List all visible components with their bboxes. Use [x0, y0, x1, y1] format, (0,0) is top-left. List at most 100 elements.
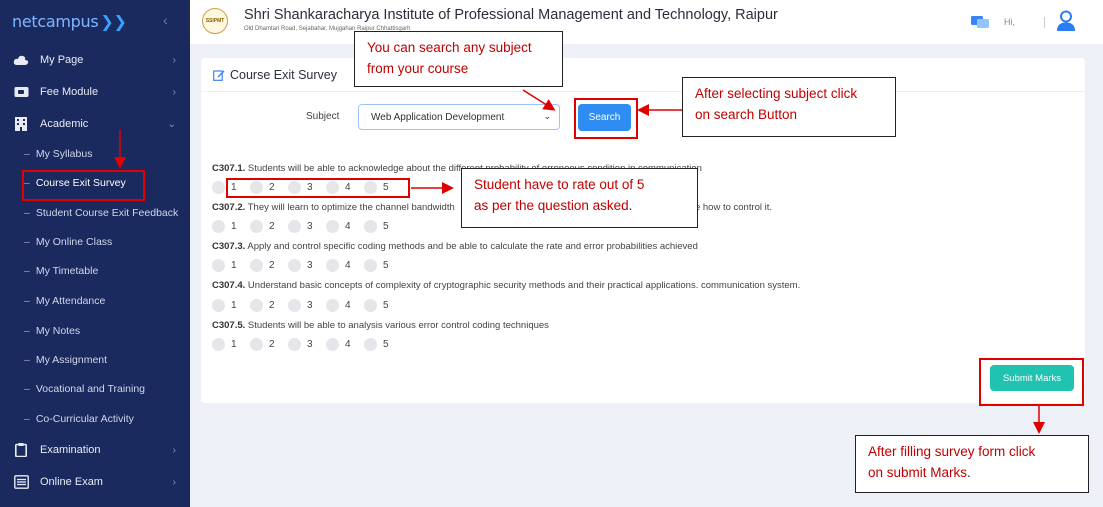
sidebar-subitem-my-syllabus[interactable]: – My Syllabus: [0, 143, 190, 165]
greeting-text: Hi,: [1004, 17, 1015, 27]
rating-row: 1 2 3 4 5: [212, 258, 402, 272]
radio-button[interactable]: [212, 337, 225, 351]
rating-value: 3: [307, 338, 313, 350]
radio-button[interactable]: [212, 298, 225, 312]
radio-button[interactable]: [288, 337, 301, 351]
rating-option[interactable]: 5: [364, 219, 391, 233]
radio-button[interactable]: [250, 337, 263, 351]
sidebar-item-online-exam[interactable]: Online Exam ›: [0, 469, 190, 495]
radio-button[interactable]: [364, 258, 377, 272]
rating-option[interactable]: 5: [364, 337, 391, 351]
sidebar-item-label: Academic: [40, 118, 89, 130]
annotation-line: from your course: [367, 61, 469, 76]
rating-option[interactable]: 1: [212, 298, 239, 312]
subject-selected-value: Web Application Development: [371, 111, 505, 123]
annotation-line: After selecting subject click: [695, 86, 858, 101]
subitem-label: My Notes: [35, 325, 81, 337]
rating-option[interactable]: 3: [288, 298, 315, 312]
rating-option[interactable]: 5: [364, 298, 391, 312]
rating-option[interactable]: 1: [212, 258, 239, 272]
wallet-icon: [12, 85, 30, 99]
rating-value: 4: [345, 259, 351, 271]
user-avatar-icon[interactable]: [1056, 10, 1076, 37]
rating-option[interactable]: 4: [326, 337, 353, 351]
radio-button[interactable]: [250, 258, 263, 272]
annotation-line: After filling survey form click: [868, 444, 1036, 459]
rating-option[interactable]: 4: [326, 219, 353, 233]
radio-button[interactable]: [326, 258, 339, 272]
sidebar-item-label: My Page: [40, 54, 84, 66]
rating-value: 3: [307, 220, 313, 232]
radio-button[interactable]: [250, 219, 263, 233]
brand-logo[interactable]: netcampus ❯❯: [12, 12, 127, 31]
subject-select[interactable]: Web Application Development ⌄: [358, 104, 560, 130]
chevron-right-icon: ›: [172, 86, 176, 98]
radio-button[interactable]: [212, 180, 225, 194]
clipboard-icon: [12, 443, 30, 457]
sidebar-subitem-my-attendance[interactable]: – My Attendance: [0, 290, 190, 312]
collapse-sidebar-icon[interactable]: ‹: [163, 12, 168, 28]
radio-button[interactable]: [288, 298, 301, 312]
rating-option[interactable]: 3: [288, 258, 315, 272]
subitem-label: Student Course Exit Feedback: [35, 207, 179, 219]
annotation-line: on search Button: [695, 107, 798, 122]
question-code: C307.1.: [212, 163, 246, 174]
radio-button[interactable]: [364, 298, 377, 312]
sidebar-subitem-student-course-exit-feedback[interactable]: – Student Course Exit Feedback: [0, 202, 190, 224]
rating-option[interactable]: 3: [288, 337, 315, 351]
rating-row: 1 2 3 4 5: [212, 219, 402, 233]
radio-button[interactable]: [326, 298, 339, 312]
chevron-right-icon: ›: [172, 444, 176, 456]
rating-value: 5: [383, 299, 389, 311]
annotation-line: You can search any subject: [367, 40, 532, 55]
question-code: C307.4.: [212, 280, 246, 291]
sidebar-item-academic[interactable]: Academic ⌄: [0, 111, 190, 137]
sidebar-subitem-my-online-class[interactable]: – My Online Class: [0, 231, 190, 253]
sidebar-subitem-co-curricular[interactable]: – Co-Curricular Activity: [0, 408, 190, 430]
rating-value: 2: [269, 220, 275, 232]
radio-button[interactable]: [326, 337, 339, 351]
edit-icon: [213, 68, 225, 86]
subitem-label: Co-Curricular Activity: [35, 413, 134, 425]
header-divider: [1044, 17, 1045, 28]
rating-value: 2: [269, 338, 275, 350]
rating-option[interactable]: 1: [212, 337, 239, 351]
rating-option[interactable]: 4: [326, 258, 353, 272]
radio-button[interactable]: [364, 219, 377, 233]
sidebar-subitem-my-timetable[interactable]: – My Timetable: [0, 260, 190, 282]
radio-button[interactable]: [212, 258, 225, 272]
radio-button[interactable]: [288, 258, 301, 272]
question-code: C307.5.: [212, 320, 246, 331]
radio-button[interactable]: [212, 219, 225, 233]
rating-value: 1: [231, 338, 237, 350]
radio-button[interactable]: [288, 219, 301, 233]
chat-icon[interactable]: [971, 14, 989, 34]
rating-option[interactable]: 3: [288, 219, 315, 233]
rating-option[interactable]: 2: [250, 298, 277, 312]
sidebar-item-label: Fee Module: [40, 86, 99, 98]
radio-button[interactable]: [250, 298, 263, 312]
subitem-label: My Attendance: [35, 295, 106, 307]
course-exit-survey-card: Course Exit Survey Subject Web Applicati…: [201, 58, 1085, 403]
sidebar-item-fee-module[interactable]: Fee Module ›: [0, 79, 190, 105]
subitem-label: My Online Class: [35, 236, 113, 248]
sidebar-subitem-my-notes[interactable]: – My Notes: [0, 320, 190, 342]
sidebar-subitem-vocational-training[interactable]: – Vocational and Training: [0, 378, 190, 400]
highlight-submit-button: [979, 358, 1084, 406]
rating-option[interactable]: 2: [250, 337, 277, 351]
rating-option[interactable]: 2: [250, 219, 277, 233]
question-code: C307.3.: [212, 241, 246, 252]
question-4: C307.4. Understand basic concepts of com…: [212, 280, 800, 291]
sidebar-item-my-page[interactable]: My Page ›: [0, 47, 190, 73]
radio-button[interactable]: [326, 219, 339, 233]
rating-option[interactable]: 2: [250, 258, 277, 272]
subitem-label: My Assignment: [35, 354, 108, 366]
rating-option[interactable]: 5: [364, 258, 391, 272]
sidebar-subitem-my-assignment[interactable]: – My Assignment: [0, 349, 190, 371]
radio-button[interactable]: [364, 337, 377, 351]
sidebar-item-examination[interactable]: Examination ›: [0, 437, 190, 463]
rating-value: 1: [231, 259, 237, 271]
rating-option[interactable]: 1: [212, 219, 239, 233]
rating-option[interactable]: 4: [326, 298, 353, 312]
chevron-right-icon: ›: [172, 54, 176, 66]
